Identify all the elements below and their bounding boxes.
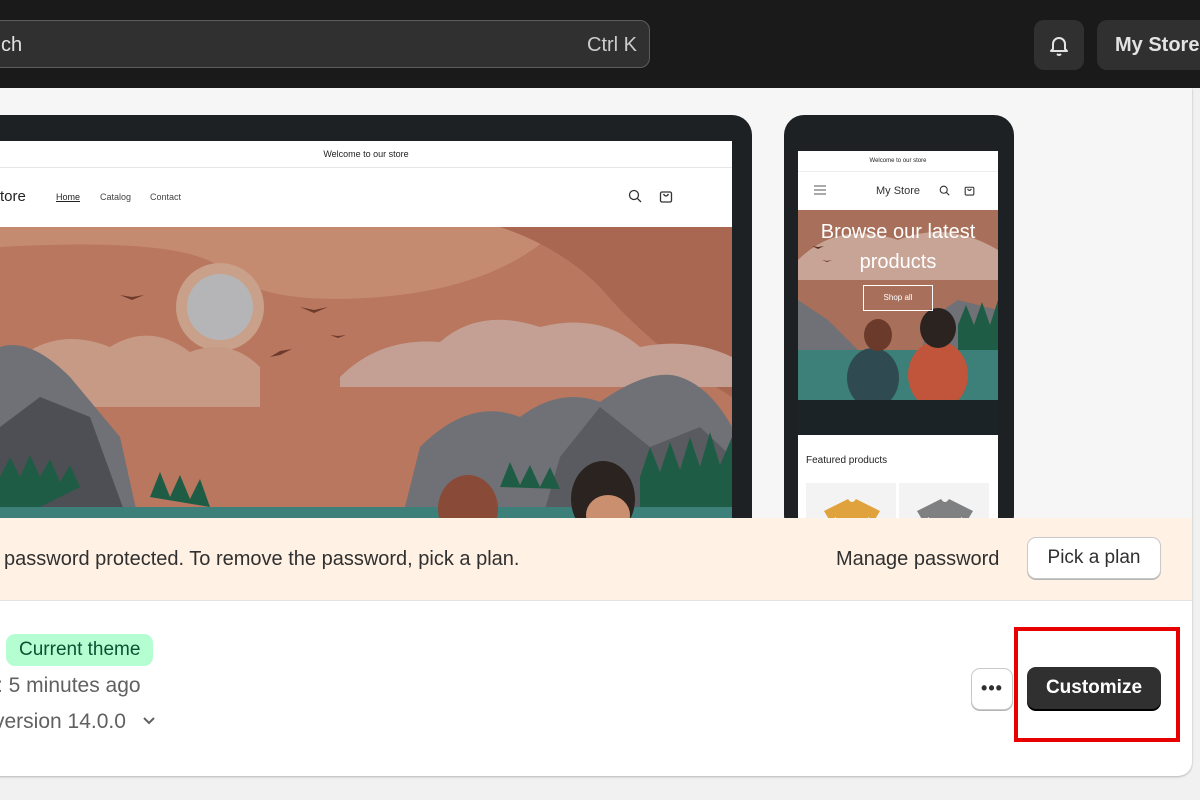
- search-icon: [939, 185, 950, 196]
- theme-preview: Welcome to our store tore Home Catalog C…: [0, 88, 1192, 518]
- mobile-preview-screen: Welcome to our store My Store Browse our…: [798, 151, 998, 518]
- mobile-announcement-bar: Welcome to our store: [798, 151, 998, 172]
- desktop-preview-screen: Welcome to our store tore Home Catalog C…: [0, 141, 732, 518]
- nav-contact: Contact: [150, 192, 182, 202]
- nav-home: Home: [56, 192, 81, 202]
- password-banner-message: password protected. To remove the passwo…: [4, 548, 520, 570]
- password-banner: password protected. To remove the passwo…: [0, 518, 1192, 601]
- search-shortcut: Ctrl K: [587, 34, 637, 56]
- mobile-preview: Welcome to our store My Store Browse our…: [784, 115, 1014, 518]
- desktop-preview: Welcome to our store tore Home Catalog C…: [0, 115, 752, 518]
- nav-catalog: Catalog: [100, 192, 132, 202]
- product-thumb-1: [806, 483, 896, 518]
- theme-version-text[interactable]: version 14.0.0: [0, 710, 126, 734]
- store-header: tore Home Catalog Contact: [0, 168, 732, 226]
- manage-password-link[interactable]: Manage password: [836, 548, 999, 571]
- cart-icon: [659, 191, 673, 203]
- more-actions-button[interactable]: •••: [971, 668, 1013, 710]
- product-thumb-2: [899, 483, 989, 518]
- current-theme-badge: Current theme: [6, 634, 154, 666]
- store-name: My Store: [1115, 34, 1200, 56]
- search-icon: [628, 189, 642, 203]
- mobile-store-header: My Store: [798, 172, 998, 210]
- store-logo: tore: [0, 188, 26, 205]
- mobile-shop-all-button: Shop all: [863, 285, 933, 311]
- pick-plan-button[interactable]: Pick a plan: [1027, 537, 1161, 579]
- mobile-featured-label: Featured products: [806, 455, 888, 466]
- cart-icon: [964, 186, 975, 196]
- notifications-button[interactable]: [1034, 20, 1084, 70]
- chevron-down-icon[interactable]: [142, 716, 156, 726]
- tshirt-icon: [824, 499, 880, 518]
- hero-illustration: [0, 227, 732, 518]
- search-input-text[interactable]: ch: [1, 34, 22, 57]
- store-menu-button[interactable]: My Store: [1097, 20, 1200, 70]
- mobile-hero-heading: Browse our latest products: [820, 221, 976, 273]
- customize-highlight-box: [1014, 627, 1180, 742]
- tshirt-icon: [917, 499, 973, 518]
- search-bar[interactable]: ch Ctrl K: [0, 20, 650, 68]
- top-bar: ch Ctrl K My Store: [0, 0, 1200, 88]
- bell-icon: [1050, 37, 1068, 56]
- last-saved-text: : 5 minutes ago: [0, 674, 141, 697]
- announcement-bar: Welcome to our store: [0, 141, 732, 168]
